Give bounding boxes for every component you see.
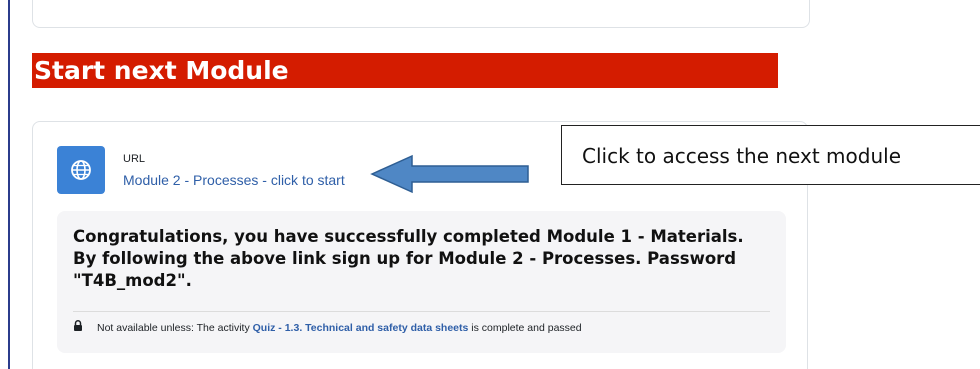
lock-icon <box>73 320 83 335</box>
previous-activity-card <box>32 0 810 28</box>
quiz-link[interactable]: Quiz - 1.3. Technical and safety data sh… <box>253 321 469 335</box>
activity-type-label: URL <box>123 153 146 165</box>
restriction-prefix: Not available unless: The activity <box>97 321 250 334</box>
course-page: Start next Module URL Module 2 - Process… <box>0 0 980 369</box>
annotation-callout: Click to access the next module <box>561 125 980 185</box>
availability-restriction: Not available unless: The activity Quiz … <box>73 320 582 335</box>
module-2-link[interactable]: Module 2 - Processes - click to start <box>123 171 345 189</box>
left-border-line <box>8 0 10 369</box>
activity-description: Congratulations, you have successfully c… <box>73 227 744 290</box>
left-arrow-annotation <box>370 154 529 194</box>
url-activity-icon[interactable] <box>57 146 105 194</box>
restriction-divider <box>73 311 770 312</box>
section-heading: Start next Module <box>32 53 778 88</box>
globe-icon <box>71 160 91 180</box>
restriction-suffix: is complete and passed <box>471 321 582 334</box>
